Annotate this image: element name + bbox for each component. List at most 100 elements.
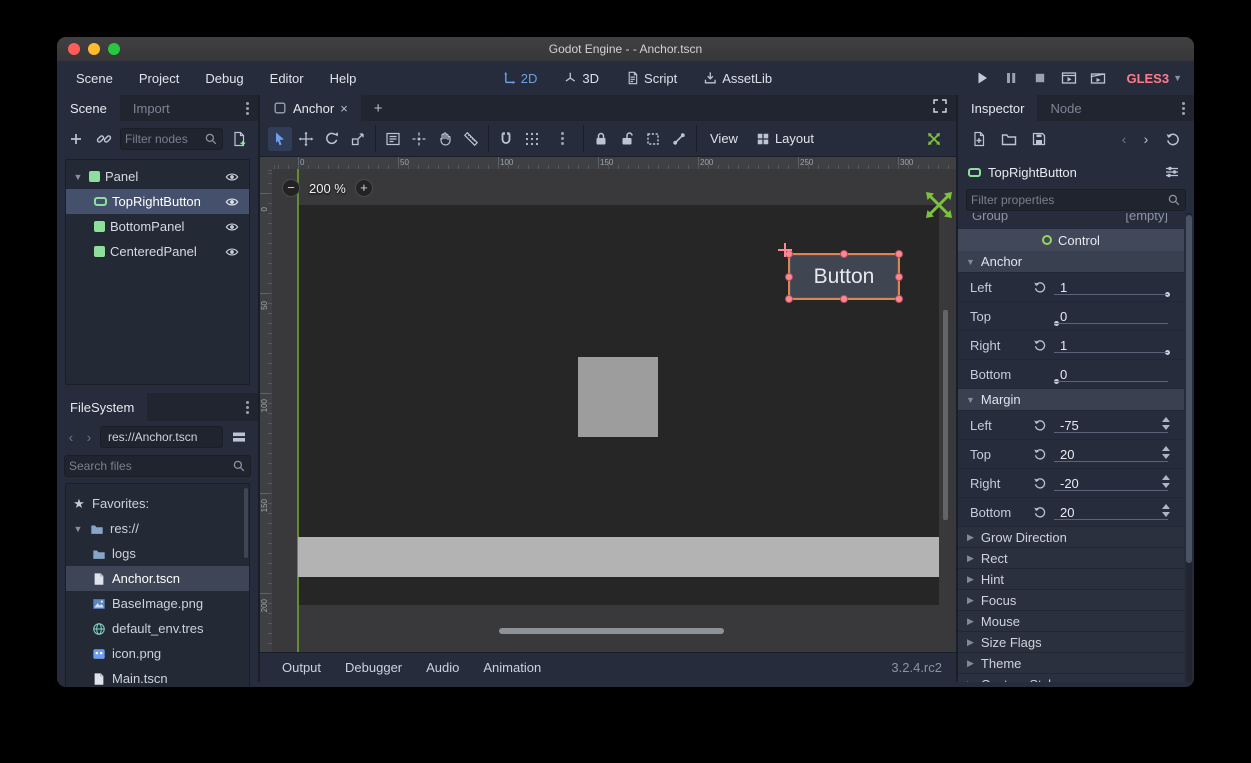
minimize-window-button[interactable] [88, 43, 100, 55]
file-tree-scrollbar[interactable] [244, 488, 248, 558]
attach-script-button[interactable] [227, 128, 251, 150]
margin-left-field[interactable]: -75 [1052, 411, 1170, 439]
file-row-favorites[interactable]: ★ Favorites: [66, 491, 249, 516]
save-resource-button[interactable] [1027, 128, 1051, 150]
selection-handle[interactable] [840, 250, 848, 258]
menu-scene[interactable]: Scene [67, 67, 122, 90]
stop-button[interactable] [1029, 67, 1051, 89]
selection-handle[interactable] [840, 295, 848, 303]
snap-options-menu[interactable] [550, 127, 574, 151]
workspace-2d-button[interactable]: 2D [494, 68, 546, 89]
tree-row-panel[interactable]: ▼ Panel [66, 164, 249, 189]
section-anchor[interactable]: ▼ Anchor [958, 251, 1184, 273]
file-search-input[interactable] [69, 459, 232, 473]
visibility-eye-icon[interactable] [225, 220, 239, 234]
property-value[interactable]: [empty] [1125, 213, 1168, 223]
zoom-out-button[interactable]: − [282, 179, 300, 197]
pause-button[interactable] [1000, 67, 1022, 89]
section-hint[interactable]: ▶Hint [958, 569, 1184, 590]
selection-handle[interactable] [785, 273, 793, 281]
current-path[interactable]: res://Anchor.tscn [100, 426, 223, 448]
file-row-icon-png[interactable]: icon.png [66, 641, 249, 666]
collapse-arrow-icon[interactable]: ▼ [72, 524, 84, 534]
section-margin[interactable]: ▼ Margin [958, 389, 1184, 411]
revert-button[interactable] [1028, 505, 1052, 519]
close-tab-icon[interactable]: × [340, 101, 348, 116]
workspace-script-button[interactable]: Script [617, 68, 685, 89]
tab-import[interactable]: Import [120, 95, 183, 121]
add-node-button[interactable] [64, 128, 88, 150]
unlock-button[interactable] [615, 127, 639, 151]
play-scene-button[interactable] [1058, 67, 1080, 89]
scene-dock-menu-icon[interactable] [240, 95, 254, 121]
revert-button[interactable] [1028, 447, 1052, 461]
selection-handle[interactable] [895, 295, 903, 303]
selection-handle[interactable] [895, 273, 903, 281]
canvas-button-node[interactable]: Button [788, 253, 900, 300]
tree-row-bottompanel[interactable]: BottomPanel [66, 214, 249, 239]
animation-tab-button[interactable]: Animation [473, 656, 551, 679]
property-filter-input[interactable] [971, 193, 1167, 207]
select-tool-button[interactable] [268, 127, 292, 151]
rotate-tool-button[interactable] [320, 127, 344, 151]
section-theme[interactable]: ▶Theme [958, 653, 1184, 674]
section-custom-styles[interactable]: ▶Custom Styles [958, 674, 1184, 682]
scene-filter-input[interactable] [125, 132, 204, 146]
history-back-icon[interactable]: ‹ [1117, 131, 1131, 147]
pivot-tool-button[interactable] [407, 127, 431, 151]
margin-bottom-field[interactable]: 20 [1052, 498, 1170, 526]
pan-tool-button[interactable] [433, 127, 457, 151]
anchor-left-field[interactable]: 1 [1052, 273, 1170, 301]
tree-row-centeredpanel[interactable]: CenteredPanel [66, 239, 249, 264]
view-menu-button[interactable]: View [702, 128, 746, 149]
menu-help[interactable]: Help [321, 67, 366, 90]
margin-right-field[interactable]: -20 [1052, 469, 1170, 497]
instance-scene-button[interactable] [92, 128, 116, 150]
zoom-window-button[interactable] [108, 43, 120, 55]
spinner-icon[interactable] [1162, 504, 1170, 517]
canvas-viewport-area[interactable]: 0 50 100 150 200 250 300 0 50 100 150 20… [260, 157, 956, 652]
workspace-3d-button[interactable]: 3D [555, 68, 607, 89]
smart-snap-toggle[interactable] [494, 127, 518, 151]
inspector-scrollbar[interactable] [1186, 215, 1192, 563]
play-button[interactable] [971, 67, 993, 89]
section-rect[interactable]: ▶Rect [958, 548, 1184, 569]
split-mode-button[interactable] [227, 426, 251, 448]
nav-forward-icon[interactable]: › [82, 429, 96, 445]
section-grow-direction[interactable]: ▶Grow Direction [958, 527, 1184, 548]
load-resource-button[interactable] [997, 128, 1021, 150]
anchor-right-field[interactable]: 1 [1052, 331, 1170, 359]
visibility-eye-icon[interactable] [225, 195, 239, 209]
close-window-button[interactable] [68, 43, 80, 55]
audio-tab-button[interactable]: Audio [416, 656, 469, 679]
tree-row-toprightbutton[interactable]: TopRightButton [66, 189, 249, 214]
section-mouse[interactable]: ▶Mouse [958, 611, 1184, 632]
scene-tab-anchor[interactable]: Anchor × [260, 95, 361, 121]
vertical-scrollbar[interactable] [943, 310, 948, 520]
renderer-dropdown[interactable]: GLES3 ▼ [1126, 71, 1182, 86]
revert-button[interactable] [1028, 338, 1052, 352]
menu-debug[interactable]: Debug [196, 67, 252, 90]
grid-snap-toggle[interactable] [520, 127, 544, 151]
file-row-logs[interactable]: logs [66, 541, 249, 566]
collapse-arrow-icon[interactable]: ▼ [72, 172, 84, 182]
list-select-button[interactable] [381, 127, 405, 151]
nav-back-icon[interactable]: ‹ [64, 429, 78, 445]
play-custom-scene-button[interactable] [1087, 67, 1109, 89]
margin-top-field[interactable]: 20 [1052, 440, 1170, 468]
file-row-anchor-tscn[interactable]: Anchor.tscn [66, 566, 249, 591]
revert-button[interactable] [1028, 476, 1052, 490]
output-tab-button[interactable]: Output [272, 656, 331, 679]
anchor-bottom-field[interactable]: 0 [1052, 360, 1170, 388]
layout-menu-button[interactable]: Layout [748, 128, 822, 149]
scale-tool-button[interactable] [346, 127, 370, 151]
revert-button[interactable] [1028, 280, 1052, 294]
move-tool-button[interactable] [294, 127, 318, 151]
spinner-icon[interactable] [1162, 417, 1170, 430]
file-row-res[interactable]: ▼ res:// [66, 516, 249, 541]
file-row-main-tscn[interactable]: Main.tscn [66, 666, 249, 687]
file-row-default-env[interactable]: default_env.tres [66, 616, 249, 641]
centered-panel-node[interactable] [578, 357, 658, 437]
distraction-free-button[interactable] [928, 95, 952, 117]
ungroup-button[interactable] [667, 127, 691, 151]
